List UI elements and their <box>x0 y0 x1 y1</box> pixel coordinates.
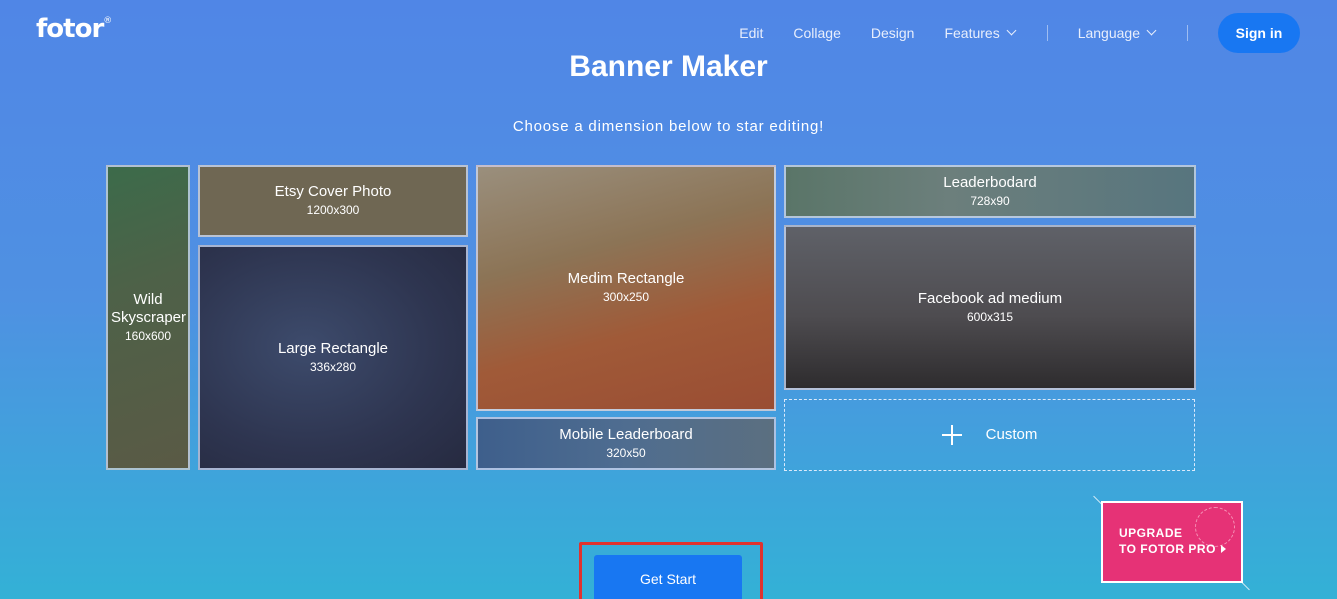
template-dimension: 728x90 <box>970 193 1010 208</box>
logo-text: fotor <box>36 14 104 44</box>
template-etsy-cover-photo[interactable]: Etsy Cover Photo 1200x300 <box>198 165 468 237</box>
template-name: Facebook ad medium <box>917 289 1063 307</box>
template-name: Leaderbodard <box>943 173 1037 191</box>
promo-line-2-text: TO FOTOR PRO <box>1119 542 1216 556</box>
logo-registered-mark: ® <box>103 16 112 26</box>
nav-language-label: Language <box>1077 25 1140 41</box>
template-wild-skyscraper[interactable]: Wild Skyscraper 160x600 <box>106 165 190 470</box>
template-leaderboard[interactable]: Leaderbodard 728x90 <box>784 165 1196 218</box>
chevron-down-icon <box>1006 25 1017 35</box>
template-dimension: 336x280 <box>309 359 357 374</box>
template-name: Medim Rectangle <box>567 270 685 287</box>
template-name: Custom <box>985 426 1038 443</box>
nav-divider <box>1187 25 1188 41</box>
template-large-rectangle[interactable]: Large Rectangle 336x280 <box>198 245 468 470</box>
template-medium-rectangle[interactable]: Medim Rectangle 300x250 <box>476 165 776 411</box>
get-start-button[interactable]: Get Start <box>594 555 742 599</box>
template-name: Large Rectangle <box>277 339 389 357</box>
template-mobile-leaderboard[interactable]: Mobile Leaderboard 320x50 <box>476 417 776 470</box>
page-subtitle: Choose a dimension below to star editing… <box>512 118 825 135</box>
template-dimension: 320x50 <box>606 445 646 460</box>
template-facebook-ad-medium[interactable]: Facebook ad medium 600x315 <box>784 225 1196 390</box>
nav-design[interactable]: Design <box>871 25 915 41</box>
nav-features-label: Features <box>944 25 1000 41</box>
template-name: Mobile Leaderboard <box>559 425 693 443</box>
promo-line-2: TO FOTOR PRO <box>1119 541 1226 557</box>
template-dimension: 600x315 <box>966 309 1014 324</box>
nav-edit[interactable]: Edit <box>739 25 763 41</box>
nav-divider <box>1046 25 1048 41</box>
template-dimension: 300x250 <box>602 290 650 304</box>
promo-line-1: UPGRADE <box>1119 526 1183 540</box>
play-arrow-icon <box>1220 545 1226 553</box>
fotor-logo[interactable]: fotor® <box>36 14 112 44</box>
plus-icon <box>941 425 962 445</box>
template-name: Wild Skyscraper <box>111 290 187 326</box>
top-nav: Edit Collage Design Features Language Si… <box>739 13 1300 53</box>
sign-in-button[interactable]: Sign in <box>1218 13 1300 53</box>
template-name: Etsy Cover Photo <box>274 183 392 200</box>
upgrade-pro-banner[interactable]: UPGRADE TO FOTOR PRO <box>1101 501 1243 583</box>
nav-language[interactable]: Language <box>1077 25 1157 41</box>
nav-collage[interactable]: Collage <box>793 25 840 41</box>
nav-features[interactable]: Features <box>944 25 1017 41</box>
template-dimension: 160x600 <box>124 328 172 343</box>
template-custom[interactable]: Custom <box>784 399 1195 471</box>
chevron-down-icon <box>1146 25 1157 35</box>
page-title: Banner Maker <box>569 50 768 83</box>
template-dimension: 1200x300 <box>306 203 360 217</box>
